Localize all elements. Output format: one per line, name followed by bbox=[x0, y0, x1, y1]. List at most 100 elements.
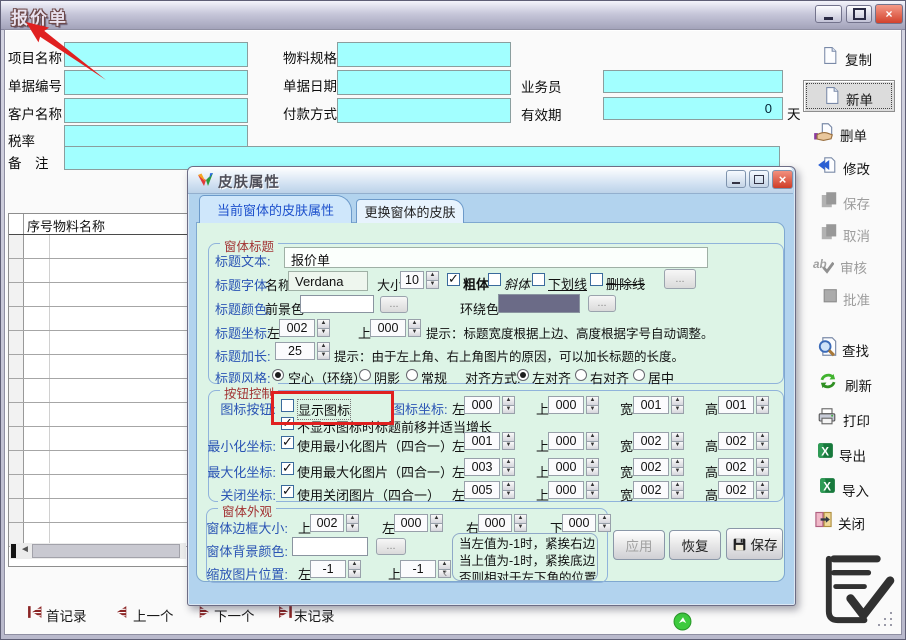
icon-left-spinner[interactable]: 000▲▼ bbox=[464, 396, 515, 414]
border-bottom-value[interactable]: 000 bbox=[562, 514, 596, 532]
fore-color-swatch[interactable] bbox=[300, 295, 374, 313]
min-width-spinner[interactable]: 002▲▼ bbox=[633, 432, 684, 450]
close-button[interactable]: × bbox=[875, 4, 903, 24]
copy-icon[interactable] bbox=[820, 46, 839, 65]
next-icon[interactable] bbox=[196, 604, 212, 620]
spin-down-icon[interactable]: ▼ bbox=[671, 468, 684, 477]
modify-button[interactable]: 修改 bbox=[843, 158, 870, 178]
salesman-input[interactable] bbox=[603, 70, 783, 93]
dialog-close-button[interactable]: × bbox=[772, 170, 793, 189]
max-height-spinner[interactable]: 002▲▼ bbox=[718, 458, 769, 476]
title-left-spinner[interactable]: 002▲▼ bbox=[279, 319, 330, 337]
spin-down-icon[interactable]: ▼ bbox=[317, 352, 330, 361]
spin-up-icon[interactable]: ▲ bbox=[317, 319, 330, 329]
icon-width-spinner[interactable]: 001▲▼ bbox=[633, 396, 684, 414]
previous-icon[interactable] bbox=[114, 604, 130, 620]
spin-up-icon[interactable]: ▲ bbox=[502, 432, 515, 442]
customer-input[interactable] bbox=[64, 98, 248, 123]
table-row[interactable] bbox=[9, 307, 187, 331]
style-shadow-radio[interactable] bbox=[359, 369, 371, 381]
min-left-value[interactable]: 001 bbox=[464, 432, 500, 450]
export-button[interactable]: 导出 bbox=[839, 445, 866, 465]
min-width-value[interactable]: 002 bbox=[633, 432, 669, 450]
spin-up-icon[interactable]: ▲ bbox=[671, 458, 684, 468]
delete-button[interactable]: 删单 bbox=[840, 125, 867, 145]
row-selector[interactable] bbox=[9, 283, 24, 306]
zoom-top-value[interactable]: -1 bbox=[400, 560, 436, 578]
border-bottom-spinner[interactable]: 000▲▼ bbox=[562, 514, 611, 532]
table-row[interactable] bbox=[9, 451, 187, 475]
spin-down-icon[interactable]: ▼ bbox=[586, 406, 599, 415]
last-record-icon[interactable] bbox=[277, 604, 293, 620]
spin-up-icon[interactable]: ▲ bbox=[671, 432, 684, 442]
table-row[interactable] bbox=[9, 379, 187, 403]
spin-down-icon[interactable]: ▼ bbox=[317, 329, 330, 338]
spin-down-icon[interactable]: ▼ bbox=[408, 329, 421, 338]
spin-down-icon[interactable]: ▼ bbox=[756, 442, 769, 451]
row-selector[interactable] bbox=[9, 499, 24, 522]
table-row[interactable] bbox=[9, 259, 187, 283]
row-selector[interactable] bbox=[9, 355, 24, 378]
close-width-value[interactable]: 002 bbox=[633, 481, 669, 499]
spin-down-icon[interactable]: ▼ bbox=[671, 406, 684, 415]
zoom-left-spinner[interactable]: -1▲▼ bbox=[310, 560, 361, 578]
spin-up-icon[interactable]: ▲ bbox=[756, 432, 769, 442]
export-icon[interactable]: X bbox=[816, 441, 835, 460]
bold-checkbox[interactable] bbox=[447, 273, 460, 286]
align-right-radio[interactable] bbox=[575, 369, 587, 381]
find-icon[interactable] bbox=[817, 336, 838, 357]
spin-down-icon[interactable]: ▼ bbox=[756, 491, 769, 500]
resize-grip[interactable] bbox=[878, 612, 894, 628]
print-button[interactable]: 打印 bbox=[843, 410, 870, 430]
bg-color-swatch[interactable] bbox=[292, 537, 368, 556]
icon-top-spinner[interactable]: 000▲▼ bbox=[548, 396, 599, 414]
spin-up-icon[interactable]: ▲ bbox=[671, 396, 684, 406]
min-top-spinner[interactable]: 000▲▼ bbox=[548, 432, 599, 450]
close-top-value[interactable]: 000 bbox=[548, 481, 584, 499]
title-text-input[interactable]: 报价单 bbox=[284, 247, 708, 268]
spin-down-icon[interactable]: ▼ bbox=[671, 491, 684, 500]
table-row[interactable] bbox=[9, 499, 187, 523]
close-height-value[interactable]: 002 bbox=[718, 481, 754, 499]
spin-up-icon[interactable]: ▲ bbox=[598, 514, 611, 524]
row-selector[interactable] bbox=[9, 451, 24, 474]
new-icon[interactable] bbox=[822, 86, 841, 105]
dialog-save-button[interactable]: 保存 bbox=[726, 528, 783, 560]
align-center-radio[interactable] bbox=[633, 369, 645, 381]
spin-down-icon[interactable]: ▼ bbox=[502, 468, 515, 477]
nav-first-label[interactable]: 首记录 bbox=[46, 605, 87, 625]
style-normal-radio[interactable] bbox=[406, 369, 418, 381]
spin-up-icon[interactable]: ▲ bbox=[502, 396, 515, 406]
modify-icon[interactable] bbox=[817, 155, 837, 175]
use-close-image-checkbox[interactable] bbox=[281, 485, 294, 498]
main-titlebar[interactable]: 报价单 bbox=[1, 1, 905, 30]
row-selector[interactable] bbox=[9, 403, 24, 426]
print-icon[interactable] bbox=[817, 406, 837, 426]
payment-input[interactable] bbox=[337, 98, 511, 123]
doc-no-input[interactable] bbox=[64, 70, 248, 95]
zoom-left-value[interactable]: -1 bbox=[310, 560, 346, 578]
max-left-value[interactable]: 003 bbox=[464, 458, 500, 476]
max-width-value[interactable]: 002 bbox=[633, 458, 669, 476]
dialog-maximize-button[interactable] bbox=[749, 170, 769, 188]
copy-button[interactable]: 复制 bbox=[845, 49, 872, 69]
spin-up-icon[interactable]: ▲ bbox=[756, 481, 769, 491]
row-selector[interactable] bbox=[9, 379, 24, 402]
import-icon[interactable]: X bbox=[818, 476, 837, 495]
spin-down-icon[interactable]: ▼ bbox=[514, 524, 527, 533]
doc-date-input[interactable] bbox=[337, 70, 511, 95]
spin-up-icon[interactable]: ▲ bbox=[408, 319, 421, 329]
spin-down-icon[interactable]: ▼ bbox=[502, 491, 515, 500]
table-row[interactable] bbox=[9, 283, 187, 307]
spin-up-icon[interactable]: ▲ bbox=[586, 432, 599, 442]
spin-down-icon[interactable]: ▼ bbox=[586, 468, 599, 477]
table-row[interactable] bbox=[9, 331, 187, 355]
spin-up-icon[interactable]: ▲ bbox=[586, 481, 599, 491]
scrollbar-thumb[interactable] bbox=[32, 544, 180, 558]
spin-down-icon[interactable]: ▼ bbox=[502, 442, 515, 451]
scroll-left-icon[interactable]: ◄ bbox=[20, 544, 30, 555]
first-record-icon[interactable] bbox=[27, 604, 43, 620]
title-top-value[interactable]: 000 bbox=[370, 319, 406, 337]
icon-height-value[interactable]: 001 bbox=[718, 396, 754, 414]
title-lengthen-spinner[interactable]: 25▲▼ bbox=[275, 342, 330, 360]
